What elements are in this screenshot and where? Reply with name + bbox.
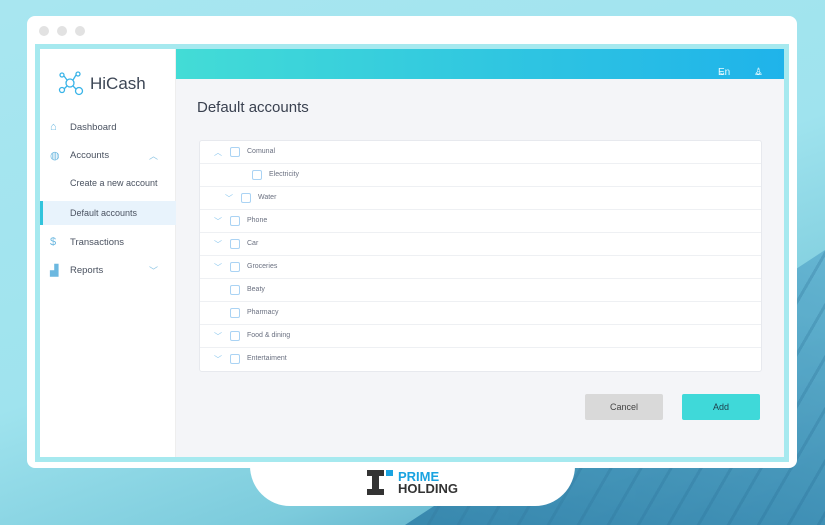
account-row[interactable]: ︿ Comunal <box>200 141 761 164</box>
account-label: Groceries <box>247 263 278 270</box>
app-name: HiCash <box>90 74 146 93</box>
hicash-logo-icon <box>58 71 84 96</box>
account-checkbox[interactable] <box>230 308 240 318</box>
account-checkbox[interactable] <box>230 354 240 364</box>
chevron-down-icon: ⌄ <box>718 67 727 78</box>
account-checkbox[interactable] <box>230 216 240 226</box>
account-checkbox[interactable] <box>230 331 240 341</box>
sidebar-item-accounts[interactable]: ◍ Accounts ︿ <box>40 143 176 167</box>
piggy-bank-icon: ◍ <box>50 149 60 162</box>
chevron-down-icon[interactable]: ﹀ <box>214 239 222 250</box>
sidebar-item-transactions[interactable]: $ Transactions <box>40 230 176 254</box>
chevron-down-icon[interactable]: ﹀ <box>214 354 222 365</box>
window-dot <box>39 26 49 36</box>
sidebar-item-create-account[interactable]: Create a new account <box>40 171 176 195</box>
chevron-down-icon[interactable]: ﹀ <box>214 216 222 227</box>
page-title: Default accounts <box>197 99 309 116</box>
account-label: Car <box>247 240 259 247</box>
prime-holding-logo-icon <box>367 470 393 495</box>
account-row[interactable]: ﹀ Car <box>200 233 761 256</box>
account-label: Water <box>258 194 277 201</box>
sidebar-item-dashboard[interactable]: ⌂ Dashboard <box>40 115 176 139</box>
sidebar-item-label: Reports <box>70 264 104 276</box>
account-row[interactable]: Electricity <box>200 164 761 187</box>
chart-icon: ▟ <box>50 264 59 277</box>
chevron-down-icon: ⌄ <box>754 67 763 78</box>
account-checkbox[interactable] <box>230 147 240 157</box>
account-label: Pharmacy <box>247 309 279 316</box>
account-row[interactable]: ﹀ Entertaiment <box>200 348 761 371</box>
window-dot <box>75 26 85 36</box>
sidebar-item-label: Create a new account <box>70 178 158 188</box>
add-button[interactable]: Add <box>682 394 760 420</box>
sidebar-item-label: Dashboard <box>70 121 117 133</box>
account-checkbox[interactable] <box>230 262 240 272</box>
chevron-up-icon[interactable]: ︿ <box>214 147 222 158</box>
app: HiCash ⌂ Dashboard ◍ Accounts ︿ Create a ne… <box>35 44 789 462</box>
account-row[interactable]: ﹀ Food & dining <box>200 325 761 348</box>
sidebar-item-label: Default accounts <box>70 208 138 218</box>
account-label: Food & dining <box>247 332 291 339</box>
chevron-up-icon: ︿ <box>148 150 158 161</box>
sidebar-item-reports[interactable]: ▟ Reports ﹀ <box>40 258 176 282</box>
account-checkbox[interactable] <box>230 239 240 249</box>
sidebar-item-label: Transactions <box>70 236 125 248</box>
chevron-down-icon: ﹀ <box>148 265 158 276</box>
sidebar-item-label: Accounts <box>70 149 110 161</box>
account-row[interactable]: ﹀ Water <box>200 187 761 210</box>
branding-tab: PRIME HOLDING <box>250 462 575 506</box>
account-label: Electricity <box>269 171 299 178</box>
window-dot <box>57 26 67 36</box>
account-label: Phone <box>247 217 268 224</box>
accounts-tree: ︿ Comunal Electricity ﹀ Water ﹀ Phone ﹀ Car ﹀ Groc… <box>199 140 762 372</box>
account-label: Entertaiment <box>247 355 287 362</box>
account-row[interactable]: Pharmacy <box>200 302 761 325</box>
account-label: Comunal <box>247 148 276 155</box>
top-bar: En ⌄ ♙ ⌄ <box>176 49 784 79</box>
cancel-button[interactable]: Cancel <box>585 394 663 420</box>
prime-holding-logo: PRIME HOLDING <box>367 470 458 495</box>
sidebar: HiCash ⌂ Dashboard ◍ Accounts ︿ Create a ne… <box>40 49 176 457</box>
account-row[interactable]: Beaty <box>200 279 761 302</box>
chevron-down-icon[interactable]: ﹀ <box>225 193 233 204</box>
home-icon: ⌂ <box>50 121 57 133</box>
sidebar-item-default-accounts[interactable]: Default accounts <box>40 201 176 225</box>
logo[interactable]: HiCash <box>58 71 146 97</box>
account-checkbox[interactable] <box>230 285 240 295</box>
account-label: Beaty <box>247 286 265 293</box>
chevron-down-icon[interactable]: ﹀ <box>214 331 222 342</box>
account-checkbox[interactable] <box>252 170 262 180</box>
account-row[interactable]: ﹀ Phone <box>200 210 761 233</box>
dollar-icon: $ <box>50 236 57 248</box>
brand-line2: HOLDING <box>398 480 458 496</box>
chevron-down-icon[interactable]: ﹀ <box>214 262 222 273</box>
account-checkbox[interactable] <box>241 193 251 203</box>
account-row[interactable]: ﹀ Groceries <box>200 256 761 279</box>
